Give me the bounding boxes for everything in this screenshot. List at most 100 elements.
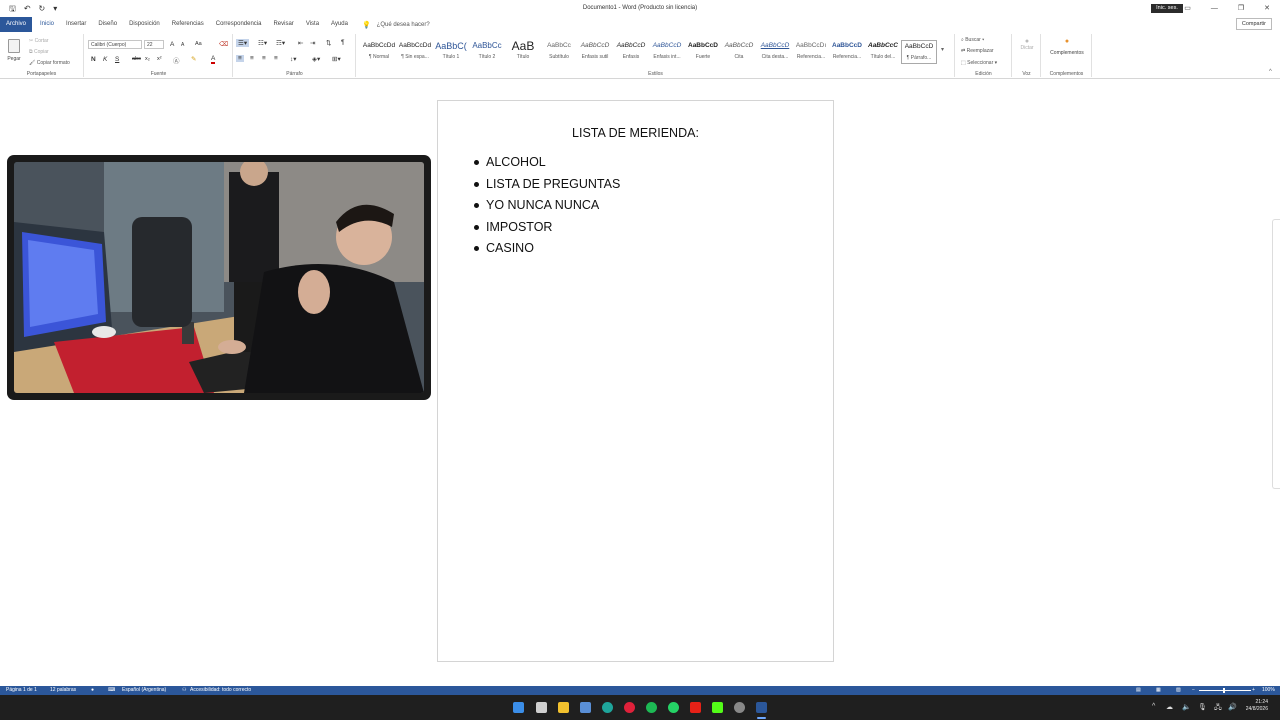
styles-more-icon[interactable]: ▾ [941, 46, 944, 53]
show-marks-button[interactable]: ¶ [341, 39, 345, 46]
word-count[interactable]: 12 palabras [50, 686, 76, 695]
word-taskbar-icon[interactable] [756, 702, 767, 713]
multilevel-list-icon[interactable]: ☶▾ [276, 39, 285, 47]
spotify-icon[interactable] [646, 702, 657, 713]
select-button[interactable]: ⬚ Seleccionar ▾ [961, 60, 997, 66]
tab-revisar[interactable]: Revisar [267, 17, 299, 32]
grow-font-button[interactable]: A [170, 41, 174, 48]
style-book-title[interactable]: AaBbCcC Título del... [865, 40, 901, 64]
file-explorer-icon[interactable] [558, 702, 569, 713]
minimize-icon[interactable]: — [1211, 0, 1218, 17]
style-intense-emphasis[interactable]: AaBbCcD Énfasis int... [649, 40, 685, 64]
tab-diseno[interactable]: Diseño [92, 17, 123, 32]
italic-button[interactable]: K [103, 56, 107, 63]
start-icon[interactable] [513, 702, 524, 713]
kick-icon[interactable] [712, 702, 723, 713]
share-button[interactable]: Compartir [1235, 18, 1272, 30]
tab-disposicion[interactable]: Disposición [123, 17, 166, 32]
speaker-icon[interactable]: 🔈 [1182, 703, 1191, 711]
tab-archivo[interactable]: Archivo [0, 17, 33, 32]
numbering-icon[interactable]: ☷▾ [258, 39, 267, 47]
onedrive-icon[interactable]: ☁ [1166, 703, 1173, 711]
style-subtitle[interactable]: AaBbCc Subtítulo [541, 40, 577, 64]
search-icon[interactable] [536, 702, 547, 713]
document-page[interactable]: LISTA DE MERIENDA: ALCOHOL LISTA DE PREG… [437, 100, 834, 662]
style-heading-2[interactable]: AaBbCc Título 2 [469, 40, 505, 64]
tab-inicio[interactable]: Inicio [34, 17, 61, 33]
style-title[interactable]: AaB Título [505, 40, 541, 64]
clock[interactable]: 21:24 24/8/2026 [1246, 699, 1268, 713]
style-intense-reference[interactable]: AaBbCcD Referencia... [829, 40, 865, 64]
sign-in-button[interactable]: Inic. ses. [1151, 4, 1183, 13]
tell-me-search[interactable]: ¿Qué desea hacer? [377, 22, 430, 28]
volume-icon[interactable]: 🔊 [1228, 703, 1237, 711]
whatsapp-icon[interactable] [668, 702, 679, 713]
justify-icon[interactable]: ≡ [274, 55, 278, 62]
strikethrough-button[interactable]: abc [132, 56, 141, 62]
store-icon[interactable] [580, 702, 591, 713]
format-painter-button[interactable]: 🖌 Copiar formato [29, 60, 70, 66]
language-status[interactable]: Español (Argentina) [122, 686, 166, 695]
align-right-icon[interactable]: ≡ [262, 55, 266, 62]
align-left-icon[interactable]: ≡ [236, 55, 244, 62]
style-normal[interactable]: AaBbCcDd ¶ Normal [361, 40, 397, 64]
font-family-select[interactable]: Calibri (Cuerpo) [88, 40, 142, 49]
zoom-level[interactable]: 100% [1262, 686, 1275, 695]
read-mode-icon[interactable]: ▤ [1136, 686, 1141, 695]
shrink-font-button[interactable]: A [181, 42, 184, 48]
tab-referencias[interactable]: Referencias [166, 17, 210, 32]
tab-ayuda[interactable]: Ayuda [325, 17, 354, 32]
clear-format-icon[interactable]: ⌫ [219, 40, 228, 48]
borders-icon[interactable]: ⊞▾ [332, 55, 341, 63]
page-count[interactable]: Página 1 de 1 [6, 686, 37, 695]
collapse-ribbon-icon[interactable]: ^ [1269, 69, 1272, 75]
highlight-icon[interactable]: ✎ [191, 55, 196, 63]
style-emphasis[interactable]: AaBbCcD Énfasis [613, 40, 649, 64]
vertical-scrollbar[interactable] [1272, 219, 1280, 489]
increase-indent-icon[interactable]: ⇥ [310, 39, 315, 47]
addins-button[interactable]: ● Complementos [1044, 38, 1090, 56]
style-heading-1[interactable]: AaBbC(Título 1 [433, 40, 469, 64]
tab-insertar[interactable]: Insertar [60, 17, 92, 32]
copy-button[interactable]: ⧉ Copiar [29, 49, 49, 55]
tab-vista[interactable]: Vista [300, 17, 325, 32]
change-case-button[interactable]: Aa [195, 41, 202, 47]
restore-icon[interactable]: ❐ [1238, 0, 1244, 17]
tray-overflow-icon[interactable]: ^ [1152, 703, 1155, 710]
print-layout-icon[interactable]: ▦ [1156, 686, 1161, 695]
style-strong[interactable]: AaBbCcD Fuerte [685, 40, 721, 64]
paste-button[interactable]: Pegar [5, 37, 23, 69]
cut-button[interactable]: ✂ Cortar [29, 38, 49, 44]
style-list-paragraph[interactable]: AaBbCcD ¶ Párrafo... [901, 40, 937, 64]
sort-icon[interactable]: ⇅ [326, 39, 331, 47]
zoom-slider[interactable] [1199, 690, 1251, 691]
font-color-button[interactable]: A [211, 55, 216, 64]
align-center-icon[interactable]: ≡ [250, 55, 254, 62]
find-button[interactable]: ⌕ Buscar ▾ [961, 37, 984, 43]
shading-icon[interactable]: ◈▾ [312, 55, 320, 63]
font-size-select[interactable]: 22 [144, 40, 164, 49]
underline-button[interactable]: S [115, 56, 119, 63]
ribbon-display-icon[interactable]: ▭ [1184, 0, 1191, 17]
network-icon[interactable]: 🖧 [1214, 703, 1222, 714]
app-icon[interactable] [734, 702, 745, 713]
youtube-icon[interactable] [690, 702, 701, 713]
zoom-in-icon[interactable]: + [1252, 686, 1255, 695]
mic-icon[interactable]: 🎙 [1198, 703, 1207, 711]
tab-correspondencia[interactable]: Correspondencia [210, 17, 268, 32]
web-layout-icon[interactable]: ▧ [1176, 686, 1181, 695]
style-subtle-reference[interactable]: AaBbCcDı Referencia... [793, 40, 829, 64]
opera-icon[interactable] [624, 702, 635, 713]
proofing-icon[interactable]: ● [91, 686, 94, 695]
style-subtle-emphasis[interactable]: AaBbCcD Énfasis sutil [577, 40, 613, 64]
decrease-indent-icon[interactable]: ⇤ [298, 39, 303, 47]
bold-button[interactable]: N [91, 56, 96, 63]
superscript-button[interactable]: x² [157, 56, 162, 62]
text-effects-icon[interactable]: Ⓐ [173, 55, 180, 65]
edge-icon[interactable] [602, 702, 613, 713]
zoom-out-icon[interactable]: − [1192, 686, 1195, 695]
style-intense-quote[interactable]: AaBbCcD Cita desta... [757, 40, 793, 64]
style-no-spacing[interactable]: AaBbCcDd ¶ Sin espa... [397, 40, 433, 64]
subscript-button[interactable]: x₂ [145, 56, 150, 62]
dictate-button[interactable]: ● Dictar [1015, 38, 1039, 51]
